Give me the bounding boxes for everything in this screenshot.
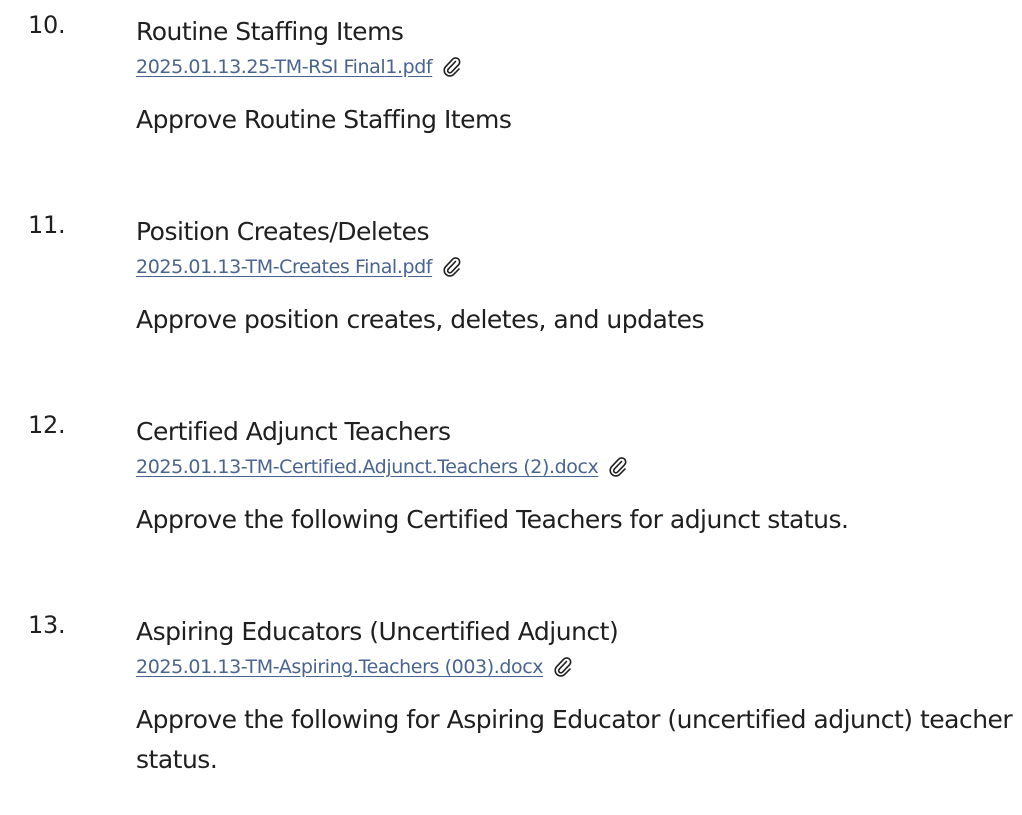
paperclip-icon — [442, 256, 462, 278]
item-motion: Approve position creates, deletes, and u… — [136, 305, 705, 334]
item-title: Aspiring Educators (Uncertified Adjunct) — [136, 617, 619, 646]
paperclip-icon — [442, 56, 462, 78]
attachment-link[interactable]: 2025.01.13-TM-Creates Final.pdf — [136, 254, 432, 280]
attachment-row: 2025.01.13-TM-Aspiring.Teachers (003).do… — [136, 652, 1016, 682]
item-body: Position Creates/Deletes 2025.01.13-TM-C… — [136, 216, 1016, 340]
attachment-row: 2025.01.13.25-TM-RSI Final1.pdf — [136, 52, 1016, 82]
attachment-row: 2025.01.13-TM-Creates Final.pdf — [136, 252, 1016, 282]
agenda-list: 10. Routine Staffing Items 2025.01.13.25… — [0, 0, 1022, 815]
paperclip-icon — [553, 656, 573, 678]
item-motion: Approve the following for Aspiring Educa… — [136, 705, 1013, 774]
item-title: Routine Staffing Items — [136, 17, 404, 46]
item-body: Aspiring Educators (Uncertified Adjunct)… — [136, 616, 1016, 780]
item-number: 13. — [28, 611, 66, 639]
attachment-link[interactable]: 2025.01.13.25-TM-RSI Final1.pdf — [136, 54, 433, 80]
attachment-link[interactable]: 2025.01.13-TM-Certified.Adjunct.Teachers… — [136, 454, 599, 480]
item-title: Certified Adjunct Teachers — [136, 417, 451, 446]
item-body: Certified Adjunct Teachers 2025.01.13-TM… — [136, 416, 1016, 540]
item-body: Routine Staffing Items 2025.01.13.25-TM-… — [136, 16, 1016, 140]
item-motion: Approve Routine Staffing Items — [136, 105, 512, 134]
item-number: 12. — [28, 411, 66, 439]
attachment-row: 2025.01.13-TM-Certified.Adjunct.Teachers… — [136, 452, 1016, 482]
item-motion: Approve the following Certified Teachers… — [136, 505, 849, 534]
item-number: 10. — [28, 11, 66, 39]
item-title: Position Creates/Deletes — [136, 217, 429, 246]
paperclip-icon — [608, 456, 628, 478]
item-number: 11. — [28, 211, 66, 239]
attachment-link[interactable]: 2025.01.13-TM-Aspiring.Teachers (003).do… — [136, 654, 544, 680]
